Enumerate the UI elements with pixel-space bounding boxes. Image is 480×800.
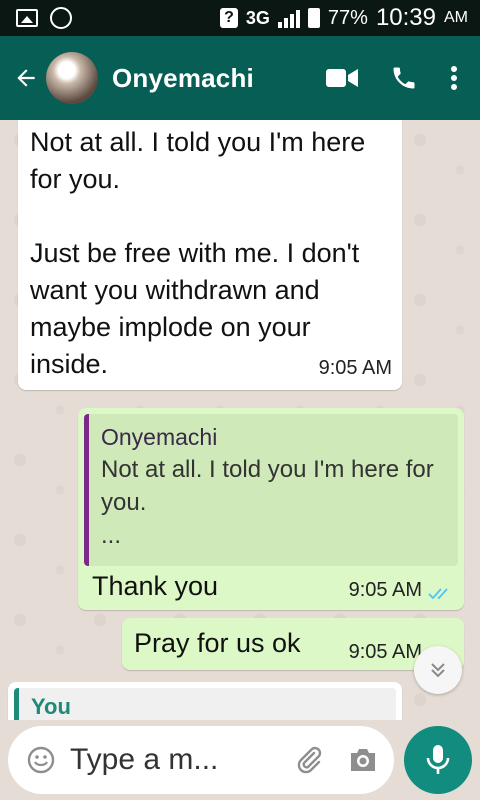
- emoji-icon[interactable]: [26, 745, 56, 775]
- mic-button[interactable]: [404, 726, 472, 794]
- back-arrow-icon[interactable]: [8, 60, 44, 96]
- message-text: Not at all. I told you I'm here for you.…: [30, 127, 366, 379]
- chat-area[interactable]: Not at all. I told you I'm here for you.…: [0, 120, 480, 720]
- message-outgoing[interactable]: Pray for us ok 9:05 AM: [122, 618, 464, 670]
- whatsapp-notification-icon: [50, 7, 72, 29]
- video-call-icon[interactable]: [326, 67, 358, 89]
- sim-alert-icon: ?: [220, 8, 238, 28]
- avatar[interactable]: [46, 52, 98, 104]
- message-meta: 9:05 AM: [349, 579, 454, 602]
- message-outgoing-reply[interactable]: Onyemachi Not at all. I told you I'm her…: [78, 408, 464, 610]
- camera-icon[interactable]: [348, 746, 378, 774]
- composer-bar: [0, 720, 480, 800]
- quoted-message[interactable]: You: [14, 688, 396, 720]
- double-chevron-down-icon: [431, 663, 445, 678]
- composer-pill: [8, 726, 394, 794]
- message-text: Thank you: [92, 571, 219, 601]
- message-incoming-reply[interactable]: You: [8, 682, 402, 720]
- message-meta: 9:05 AM: [319, 357, 392, 380]
- more-vert-icon[interactable]: [450, 65, 458, 91]
- message-incoming[interactable]: Not at all. I told you I'm here for you.…: [18, 120, 402, 390]
- quote-author: You: [31, 694, 71, 719]
- clock-ampm: AM: [444, 9, 468, 26]
- chat-header: Onyemachi: [0, 36, 480, 120]
- quote-author: Onyemachi: [101, 424, 218, 450]
- message-time: 9:05 AM: [348, 579, 422, 601]
- signal-icon: [277, 8, 300, 28]
- message-input[interactable]: [70, 743, 260, 777]
- clock-time: 10:39: [375, 4, 436, 31]
- battery-icon: [307, 8, 320, 28]
- status-bar: ? 3G 77% 10:39 AM: [0, 0, 480, 36]
- network-type: 3G: [245, 7, 270, 28]
- message-time: 9:05 AM: [318, 357, 392, 379]
- read-ticks-icon: [428, 584, 454, 599]
- mic-icon: [426, 745, 450, 774]
- quote-text: Not at all. I told you I'm here for you.…: [101, 456, 434, 549]
- contact-name[interactable]: Onyemachi: [112, 63, 254, 94]
- battery-percent: 77%: [327, 6, 368, 29]
- gallery-notification-icon: [16, 9, 38, 27]
- scroll-to-bottom-button[interactable]: [414, 646, 462, 694]
- quoted-message[interactable]: Onyemachi Not at all. I told you I'm her…: [84, 414, 458, 566]
- phone-icon[interactable]: [390, 64, 418, 92]
- attach-icon[interactable]: [294, 745, 324, 775]
- message-time: 9:05 AM: [348, 641, 422, 663]
